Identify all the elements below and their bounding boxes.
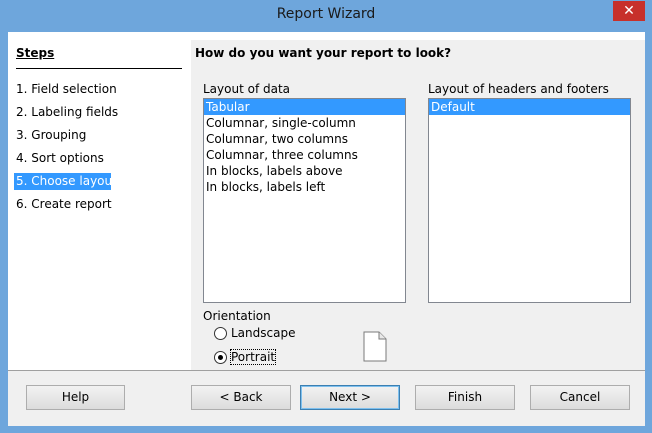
radio-circle[interactable] [214,326,227,340]
window-title: Report Wizard [276,6,376,22]
steps-divider [16,68,182,69]
list-item[interactable]: Default [429,99,630,115]
layout-of-data-label: Layout of data [203,82,291,96]
back-button[interactable]: < Back [191,385,291,410]
landscape-radio[interactable]: Landscape [214,326,295,340]
close-icon[interactable]: ✕ [613,1,645,21]
list-item[interactable]: Tabular [204,99,405,115]
dialog-client-area: Steps 1. Field selection 2. Labeling fie… [8,32,645,426]
page-heading: How do you want your report to look? [195,46,452,60]
layout-headers-footers-label: Layout of headers and footers [428,82,609,96]
step-field-selection[interactable]: 1. Field selection [14,81,119,98]
portrait-label: Portrait [229,349,277,365]
steps-title: Steps [16,46,55,60]
layout-of-data-list[interactable]: Tabular Columnar, single-column Columnar… [203,98,406,303]
page-orientation-icon [363,331,387,362]
radio-circle-checked[interactable] [214,350,227,364]
list-item[interactable]: Columnar, single-column [204,115,405,131]
list-item[interactable]: In blocks, labels left [204,179,405,195]
step-labeling-fields[interactable]: 2. Labeling fields [14,104,120,121]
list-item[interactable]: In blocks, labels above [204,163,405,179]
finish-button[interactable]: Finish [415,385,515,410]
cancel-button[interactable]: Cancel [530,385,630,410]
portrait-radio[interactable]: Portrait [214,349,277,365]
step-choose-layout[interactable]: 5. Choose layout [14,173,117,190]
layout-headers-footers-list[interactable]: Default [428,98,631,303]
title-bar[interactable]: Report Wizard ✕ [0,0,652,32]
button-separator [8,370,645,371]
landscape-label: Landscape [231,326,296,340]
report-wizard-window: Report Wizard ✕ Steps 1. Field selection… [0,0,652,433]
step-grouping[interactable]: 3. Grouping [14,127,88,144]
heading-band [191,32,645,40]
step-create-report[interactable]: 6. Create report [14,196,114,213]
next-button[interactable]: Next > [300,385,400,410]
list-item[interactable]: Columnar, three columns [204,147,405,163]
steps-panel: Steps 1. Field selection 2. Labeling fie… [8,32,191,370]
orientation-label: Orientation [203,309,271,323]
step-sort-options[interactable]: 4. Sort options [14,150,106,167]
help-button[interactable]: Help [26,385,125,410]
list-item[interactable]: Columnar, two columns [204,131,405,147]
